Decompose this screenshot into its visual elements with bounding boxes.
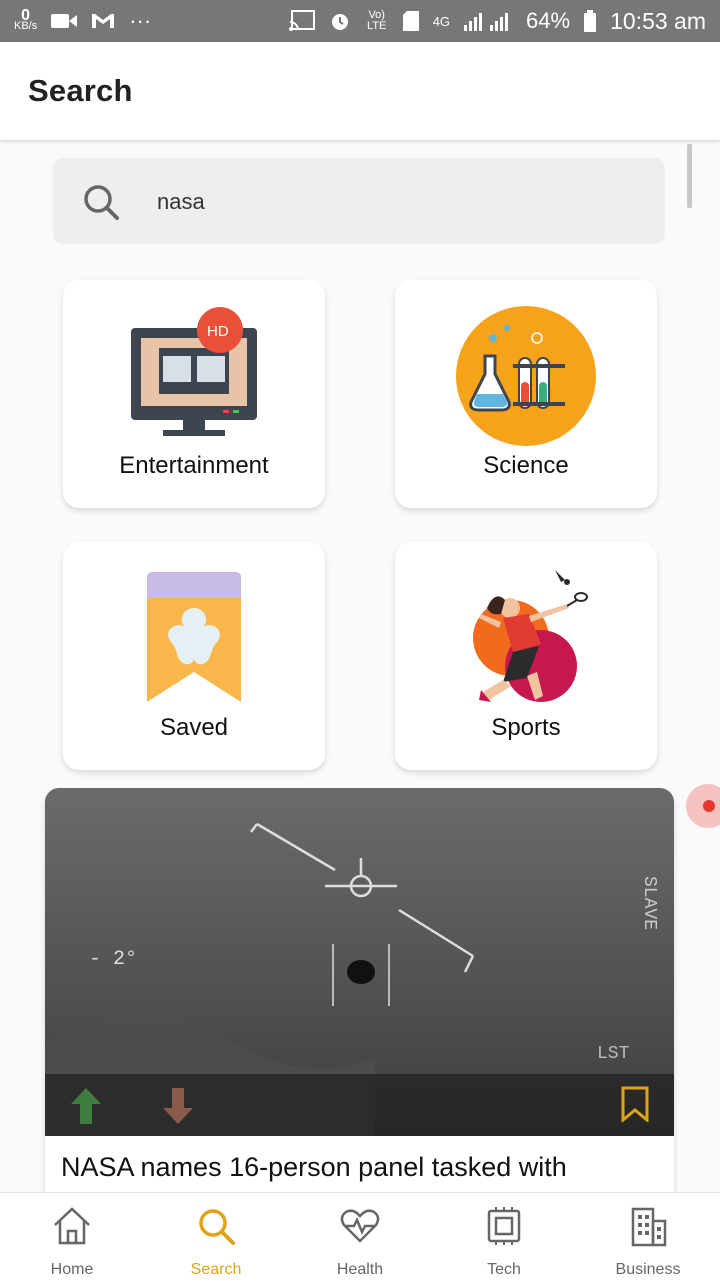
video-camera-icon	[51, 14, 78, 28]
news-title[interactable]: NASA names 16-person panel tasked with	[61, 1152, 661, 1183]
nav-tech[interactable]: Tech	[432, 1193, 576, 1281]
scrollbar[interactable]	[687, 144, 692, 208]
bookmark-icon[interactable]	[621, 1086, 649, 1122]
overlay-slave: SLAVE	[639, 876, 659, 930]
overlay-lst: LST	[597, 1044, 630, 1064]
signal-icon	[464, 13, 509, 31]
tv-hd-icon	[131, 307, 257, 436]
building-icon	[631, 1207, 667, 1247]
category-label: Sports	[491, 714, 561, 741]
category-saved[interactable]: Saved	[63, 542, 325, 770]
gmail-icon	[92, 14, 115, 28]
nav-health[interactable]: Health	[288, 1193, 432, 1281]
bookmark-star-icon	[147, 572, 241, 702]
nav-label: Home	[50, 1261, 94, 1278]
heart-pulse-icon	[340, 1209, 380, 1243]
badminton-player-icon	[473, 570, 588, 702]
nav-label: Tech	[487, 1261, 521, 1278]
cast-icon	[288, 10, 315, 31]
lab-flasks-icon	[456, 306, 596, 446]
nav-home[interactable]: Home	[0, 1193, 144, 1281]
category-science[interactable]: Science	[395, 280, 657, 508]
status-bar: 0 KB/s ··· Vo) LTE 4G 64% 10:53 am	[0, 0, 720, 42]
floating-indicator[interactable]	[686, 784, 720, 828]
sim-icon	[402, 11, 419, 31]
category-label: Science	[483, 452, 569, 479]
upvote-icon[interactable]	[71, 1088, 101, 1124]
home-icon	[54, 1207, 90, 1245]
nav-label: Health	[336, 1261, 384, 1278]
volte-indicator: Vo) LTE	[367, 9, 387, 32]
nav-label: Search	[190, 1261, 242, 1278]
search-icon	[84, 185, 119, 220]
battery-icon	[584, 10, 597, 32]
clock: 10:53 am	[610, 7, 706, 34]
vote-bar	[45, 1074, 674, 1136]
alarm-icon	[331, 14, 348, 30]
nav-label: Business	[615, 1261, 681, 1278]
bottom-nav: Home Search Health Tech Business	[0, 1192, 720, 1281]
search-input[interactable]	[155, 180, 639, 224]
app-bar: Search	[0, 42, 720, 140]
network-type: 4G	[432, 13, 451, 29]
search-icon	[199, 1209, 235, 1245]
net-speed-unit: KB/s	[14, 20, 38, 32]
category-sports[interactable]: Sports	[395, 542, 657, 770]
net-speed: 0 KB/s	[14, 8, 38, 32]
category-label: Saved	[159, 714, 229, 741]
nav-business[interactable]: Business	[576, 1193, 720, 1281]
hd-badge: HD	[207, 323, 229, 340]
page-title: Search	[28, 73, 133, 108]
overlay-angle: - 2°	[89, 948, 137, 971]
chip-icon	[487, 1207, 521, 1245]
nav-search[interactable]: Search	[144, 1193, 288, 1281]
category-entertainment[interactable]: HD Entertainment	[63, 280, 325, 508]
search-bar[interactable]	[53, 158, 665, 244]
battery-percent: 64%	[526, 8, 571, 33]
search-content[interactable]: HD Entertainment Science Saved	[0, 140, 720, 1192]
more-notifications: ···	[129, 8, 152, 33]
category-label: Entertainment	[119, 452, 269, 479]
news-card[interactable]: - 2° SLAVE LST NASA names 16-person pane…	[45, 788, 674, 1192]
downvote-icon[interactable]	[163, 1088, 193, 1124]
